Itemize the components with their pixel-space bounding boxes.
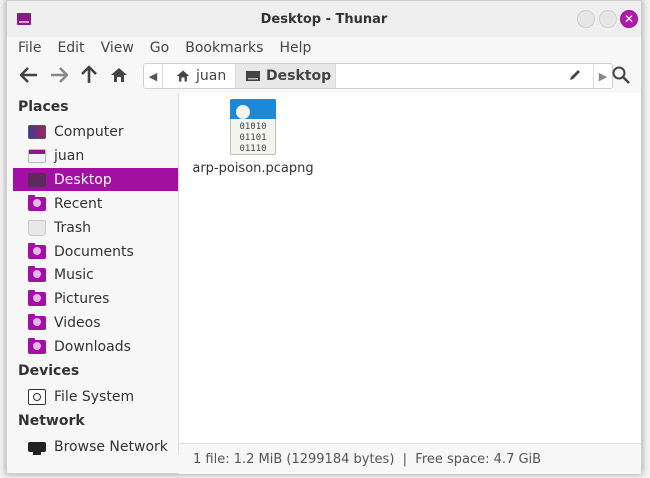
music-folder-icon xyxy=(28,265,46,282)
status-bar: 1 file: 1.2 MiB (1299184 bytes) | Free s… xyxy=(179,443,641,474)
menu-go[interactable]: Go xyxy=(150,40,169,56)
thunar-window: Desktop - Thunar ✕ File Edit View Go Boo… xyxy=(6,0,642,474)
sidebar-item-browse-network[interactable]: Browse Network xyxy=(13,435,178,458)
menu-bar: File Edit View Go Bookmarks Help xyxy=(7,37,641,59)
path-scroll-right-button[interactable]: ▶ xyxy=(593,64,612,88)
back-button[interactable] xyxy=(17,63,41,87)
crumb-home[interactable]: juan xyxy=(168,64,236,88)
sidebar-item-file-system[interactable]: File System xyxy=(13,385,178,408)
sidebar-item-label: Pictures xyxy=(54,290,110,307)
file-name: arp-poison.pcapng xyxy=(192,161,314,176)
pencil-icon xyxy=(570,70,580,80)
file-icon-bits: 01101 xyxy=(239,133,267,143)
sidebar-item-computer[interactable]: Computer xyxy=(13,120,178,143)
section-network: Network xyxy=(18,413,85,429)
sidebar-item-recent[interactable]: Recent xyxy=(13,192,178,215)
sidebar-item-label: Desktop xyxy=(54,171,112,188)
forward-button[interactable] xyxy=(47,63,71,87)
title-bar[interactable]: Desktop - Thunar ✕ xyxy=(7,1,641,37)
arrow-up-icon xyxy=(81,65,97,83)
chevron-right-icon: ▶ xyxy=(598,69,608,83)
chevron-left-icon: ◀ xyxy=(148,69,158,83)
app-folder-icon xyxy=(17,13,31,25)
status-text: 1 file: 1.2 MiB (1299184 bytes) | Free s… xyxy=(193,451,542,467)
sidebar-item-downloads[interactable]: Downloads xyxy=(13,335,178,358)
network-icon xyxy=(28,441,46,455)
section-devices: Devices xyxy=(18,363,80,379)
pcap-file-icon: 01010 01101 01110 xyxy=(230,99,276,155)
desktop-icon xyxy=(28,172,46,187)
menu-help[interactable]: Help xyxy=(279,40,311,56)
home-folder-icon xyxy=(28,148,46,163)
menu-view[interactable]: View xyxy=(101,40,134,56)
home-icon xyxy=(176,70,190,82)
file-item[interactable]: 01010 01101 01110 arp-poison.pcapng xyxy=(191,99,315,176)
sidebar-item-label: File System xyxy=(54,388,135,405)
recent-folder-icon xyxy=(28,194,46,211)
sidebar-item-label: Music xyxy=(54,266,94,283)
crumb-home-label: juan xyxy=(196,68,227,84)
arrow-left-icon xyxy=(19,67,37,83)
desktop-icon xyxy=(246,71,260,81)
maximize-button[interactable] xyxy=(599,10,617,28)
path-scroll-left-button[interactable]: ◀ xyxy=(144,64,163,88)
sidebar-item-juan[interactable]: juan xyxy=(13,144,178,167)
sidebar-item-label: Downloads xyxy=(54,338,131,355)
path-bar: ◀ juan Desktop ▶ xyxy=(143,63,613,89)
close-button[interactable]: ✕ xyxy=(620,10,638,28)
sidebar-item-desktop[interactable]: Desktop xyxy=(13,168,178,191)
sidebar-item-label: Trash xyxy=(54,219,91,236)
crumb-desktop[interactable]: Desktop xyxy=(236,64,336,88)
sidebar-item-documents[interactable]: Documents xyxy=(13,240,178,263)
sidebar-item-label: Documents xyxy=(54,243,134,260)
pictures-folder-icon xyxy=(28,289,46,306)
home-icon xyxy=(111,68,127,82)
search-button[interactable] xyxy=(611,65,631,85)
sidebar-item-label: Recent xyxy=(54,195,103,212)
sidebar-item-label: Videos xyxy=(54,314,101,331)
file-icon-bits: 01010 xyxy=(239,122,267,132)
section-places: Places xyxy=(18,99,69,115)
menu-edit[interactable]: Edit xyxy=(57,40,84,56)
crumb-desktop-label: Desktop xyxy=(266,68,332,84)
edit-path-button[interactable] xyxy=(568,68,584,84)
trash-icon xyxy=(28,219,46,236)
computer-icon xyxy=(28,124,46,139)
sidebar-item-label: Browse Network xyxy=(54,438,168,455)
window-title: Desktop - Thunar xyxy=(260,11,388,27)
sidebar-item-label: juan xyxy=(54,147,85,164)
sidebar-item-label: Computer xyxy=(54,123,124,140)
file-view[interactable]: 01010 01101 01110 arp-poison.pcapng xyxy=(179,93,641,443)
home-button[interactable] xyxy=(107,63,131,87)
menu-bookmarks[interactable]: Bookmarks xyxy=(185,40,263,56)
sidebar-item-trash[interactable]: Trash xyxy=(13,216,178,239)
menu-file[interactable]: File xyxy=(18,40,41,56)
drive-icon xyxy=(28,388,46,405)
arrow-right-icon xyxy=(51,67,69,83)
sidebar-item-videos[interactable]: Videos xyxy=(13,311,178,334)
documents-folder-icon xyxy=(28,242,46,259)
videos-folder-icon xyxy=(28,313,46,330)
sidebar-item-pictures[interactable]: Pictures xyxy=(13,287,178,310)
file-icon-bits: 01110 xyxy=(239,144,267,154)
sidebar-item-music[interactable]: Music xyxy=(13,263,178,286)
downloads-folder-icon xyxy=(28,337,46,354)
search-icon xyxy=(612,66,630,84)
close-icon: ✕ xyxy=(623,12,635,26)
toolbar: ◀ juan Desktop ▶ xyxy=(7,59,641,91)
sidebar: Places Computer juan Desktop Recent Tras… xyxy=(7,93,179,455)
up-button[interactable] xyxy=(77,63,101,87)
minimize-button[interactable] xyxy=(577,10,595,28)
